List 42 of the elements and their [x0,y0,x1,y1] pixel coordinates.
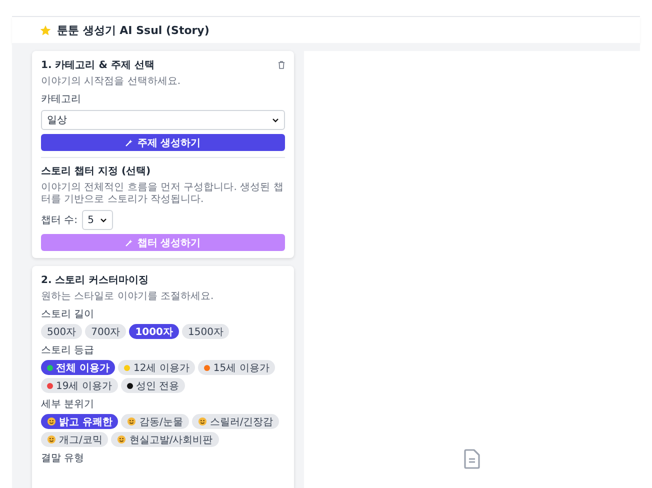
app-title: 툰툰 생성기 AI Ssul (Story) [57,22,210,38]
category-select[interactable]: 일상 [41,110,285,130]
option-chip[interactable]: 전체 이용가 [41,360,116,375]
option-chip[interactable]: 1000자 [129,324,180,339]
option-chip[interactable]: 현실고발/사회비판 [111,432,219,447]
card-subtitle: 이야기의 시작점을 선택하세요. [41,76,182,88]
field-label: 스토리 길이 [41,308,96,321]
field-label: 카테고리 [41,93,82,106]
option-chip[interactable]: 스릴러/긴장감 [192,414,280,429]
chapter-count-select[interactable]: 5 [82,210,113,230]
section-title: 스토리 챕터 지정 (선택) [41,165,152,178]
option-chip[interactable]: 개그/코믹 [41,432,108,447]
option-chip[interactable]: 1500자 [182,324,230,339]
emoji-face-icon [47,435,56,444]
field-label: 스토리 등급 [41,344,96,357]
option-chip[interactable]: 감동/눈물 [121,414,189,429]
document-icon [464,449,480,469]
option-chip[interactable]: 밝고 유쾌한 [41,414,118,429]
emoji-face-icon [47,417,56,426]
option-chip[interactable]: 500자 [41,324,82,339]
field-label: 세부 분위기 [41,398,96,411]
generate-topic-button[interactable]: 주제 생성하기 [41,134,285,151]
option-chip[interactable]: 12세 이용가 [118,360,196,375]
emoji-face-icon [198,417,207,426]
card-title: 2. 스토리 커스터마이징 [41,274,150,287]
emoji-face-icon [117,435,126,444]
option-chip[interactable]: 성인 전용 [120,378,186,393]
card-subtitle: 원하는 스타일로 이야기를 조절하세요. [41,291,215,303]
field-label: 챕터 수: [41,214,78,227]
trash-icon[interactable] [278,61,285,69]
wand-icon [125,238,134,246]
chevron-down-icon [100,218,107,222]
chevron-down-icon [272,118,279,122]
card-title: 1. 카테고리 & 주제 선택 [41,59,154,72]
option-chip[interactable]: 700자 [85,324,126,339]
option-chip[interactable]: 15세 이용가 [198,360,276,375]
field-label: 결말 유형 [41,452,86,465]
option-chip[interactable]: 19세 이용가 [41,378,118,393]
section-description: 이야기의 전체적인 흐름을 먼저 구성합니다. 생성된 챕터를 기반으로 스토리가 작성됩니다. [41,182,284,206]
wand-icon [125,138,134,146]
star-icon [40,24,51,36]
emoji-face-icon [127,417,136,426]
